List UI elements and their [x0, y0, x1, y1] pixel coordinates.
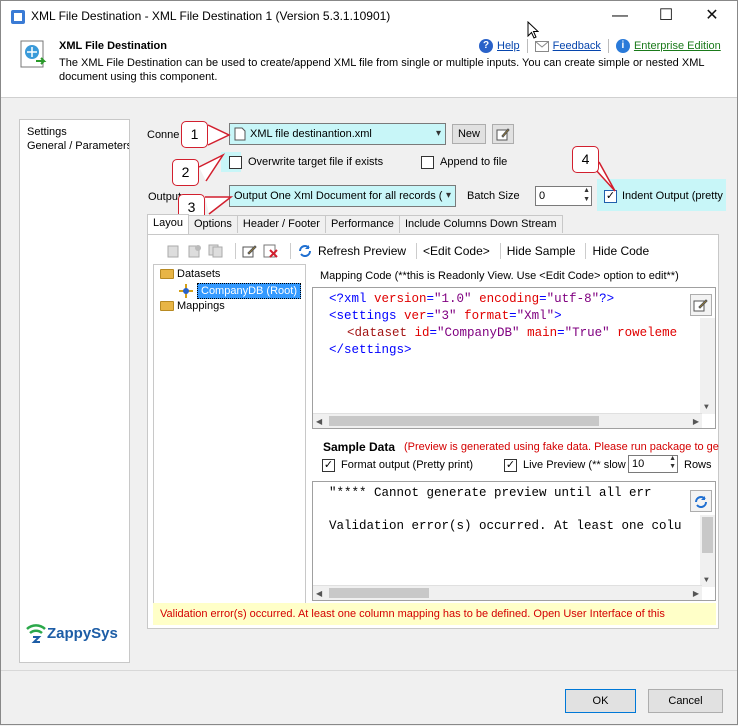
code-line-3: <dataset id="CompanyDB" main="True" rowe… [347, 326, 678, 340]
scroll-right-icon[interactable]: ▶ [693, 589, 699, 599]
validation-error-bar: Validation error(s) occurred. At least o… [153, 603, 716, 625]
format-output-label: Format output (Pretty print) [341, 459, 474, 471]
scroll-left-icon[interactable]: ◀ [316, 589, 322, 599]
output-line-1: "**** Cannot generate preview until all … [329, 486, 652, 500]
scroll-thumb[interactable] [329, 416, 599, 426]
copy-icon[interactable] [208, 244, 224, 258]
sample-data-note: (Preview is generated using fake data. P… [404, 441, 719, 453]
callout-1: 1 [181, 121, 208, 148]
format-output-checkbox[interactable]: ✓ [322, 459, 335, 472]
output-line-2: Validation error(s) occurred. At least o… [329, 519, 682, 533]
mapping-code-view[interactable]: <?xml version="1.0" encoding="utf-8"?> <… [312, 287, 716, 429]
add-icon[interactable] [166, 244, 182, 258]
toolbar-separator [585, 243, 587, 259]
scroll-left-icon[interactable]: ◀ [316, 417, 322, 427]
ok-button[interactable]: OK [565, 689, 636, 713]
preview-rows-input[interactable]: 10 ▲ ▼ [628, 455, 678, 473]
tab-options[interactable]: Options [187, 215, 238, 233]
rows-label: Rows [684, 459, 712, 471]
scroll-down-icon[interactable]: ▼ [704, 403, 709, 412]
toolbar-separator [499, 243, 501, 259]
scroll-down-icon[interactable]: ▼ [704, 576, 709, 585]
add-child-icon[interactable] [187, 244, 203, 258]
toolbar-separator [235, 243, 236, 259]
folder-icon [160, 301, 174, 311]
output-vertical-scrollbar[interactable]: ▼ [700, 515, 715, 587]
hide-code-button[interactable]: Hide Code [592, 244, 649, 258]
live-preview-label: Live Preview (** slow [523, 459, 626, 471]
output-horizontal-scrollbar[interactable]: ◀ ▶ [313, 585, 702, 600]
refresh-icon[interactable] [297, 244, 313, 258]
toolbar-separator [290, 243, 291, 259]
footer-divider [1, 670, 737, 671]
code-line-4: </settings> [329, 343, 412, 357]
scroll-right-icon[interactable]: ▶ [693, 417, 699, 427]
tree-node-label: Mappings [177, 300, 225, 312]
spinner-icon[interactable]: ▲ ▼ [669, 455, 676, 471]
wifi-logo-icon [26, 624, 46, 643]
tree-node-label: CompanyDB (Root) [197, 283, 301, 299]
tree-node-mappings[interactable]: Mappings [160, 300, 225, 312]
refresh-icon [695, 496, 707, 508]
toolbar-separator [416, 243, 418, 259]
tree-node-label: Datasets [177, 268, 221, 280]
cancel-button[interactable]: Cancel [648, 689, 723, 713]
tree-node-datasets[interactable]: Datasets [160, 268, 220, 280]
code-vertical-scrollbar[interactable]: ▼ [700, 318, 715, 414]
refresh-output-button[interactable] [690, 490, 712, 512]
folder-icon [160, 269, 174, 279]
settings-tabs: Layou Options Header / Footer Performanc… [147, 214, 563, 234]
tab-layout[interactable]: Layou [147, 214, 189, 234]
live-preview-checkbox[interactable]: ✓ [504, 459, 517, 472]
callout-2: 2 [172, 159, 199, 186]
code-line-2: <settings ver="3" format="Xml"> [329, 309, 562, 323]
mapping-code-label: Mapping Code (**this is Readonly View. U… [320, 270, 679, 282]
hide-sample-button[interactable]: Hide Sample [507, 244, 576, 258]
edit-node-icon[interactable] [242, 244, 258, 258]
mouse-cursor-icon [527, 21, 539, 39]
dataset-root-icon [179, 284, 193, 298]
preview-rows-value: 10 [632, 458, 645, 470]
logo-text: ZappySys [47, 624, 118, 642]
refresh-preview-button[interactable]: Refresh Preview [318, 244, 406, 258]
delete-icon[interactable] [263, 244, 279, 258]
layout-toolbar: Refresh Preview <Edit Code> Hide Sample … [166, 241, 653, 261]
edit-code-button[interactable]: <Edit Code> [423, 244, 490, 258]
tab-header-footer[interactable]: Header / Footer [236, 215, 326, 233]
tree-node-companydb[interactable]: CompanyDB (Root) [178, 283, 301, 299]
sample-data-title: Sample Data [323, 440, 396, 454]
dialog-window: XML File Destination - XML File Destinat… [0, 0, 738, 725]
zappysys-logo: ZappySys [25, 622, 135, 644]
edit-code-float-button[interactable] [690, 294, 712, 316]
code-line-1: <?xml version="1.0" encoding="utf-8"?> [329, 292, 615, 306]
sample-output-view[interactable]: "**** Cannot generate preview until all … [312, 481, 716, 601]
tab-performance[interactable]: Performance [324, 215, 400, 233]
callout-4: 4 [572, 146, 599, 173]
edit-icon [693, 299, 708, 312]
code-horizontal-scrollbar[interactable]: ◀ ▶ [313, 413, 702, 428]
layout-tree: Datasets CompanyDB (Root) Mappings [153, 264, 306, 624]
scroll-thumb[interactable] [702, 517, 713, 553]
scroll-thumb[interactable] [329, 588, 429, 598]
tab-include-columns[interactable]: Include Columns Down Stream [398, 215, 563, 233]
